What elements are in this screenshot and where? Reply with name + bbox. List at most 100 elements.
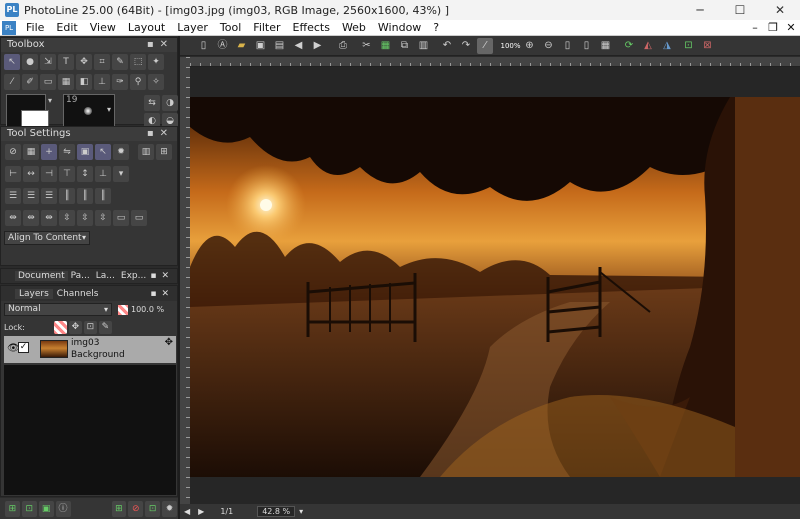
reset-colors-icon[interactable]: ◑ [162, 95, 178, 111]
opacity-value[interactable]: 100.0 % [131, 305, 164, 314]
zoom-field[interactable]: 42.8 % [257, 506, 296, 517]
align-top-icon[interactable]: ⊤ [59, 166, 75, 182]
distribute-middle-icon[interactable]: ☰ [23, 188, 39, 204]
rotate-icon[interactable]: ⟳ [621, 38, 637, 54]
layer-move-icon[interactable]: ✥ [165, 337, 173, 348]
doc-minimize-button[interactable]: – [746, 21, 764, 34]
grid-mode-icon[interactable]: ▣ [77, 144, 93, 160]
space-v1-icon[interactable]: ⇳ [59, 210, 75, 226]
blend-mode-select[interactable]: Normal ▾ [4, 303, 112, 316]
distribute-top-icon[interactable]: ☰ [5, 188, 21, 204]
zoom-100-label[interactable]: 100% [501, 38, 521, 54]
swap-colors-icon[interactable]: ⇆ [144, 95, 160, 111]
distribute-right-icon[interactable]: ║ [95, 188, 111, 204]
color-dropdown-icon[interactable]: ▾ [48, 96, 52, 105]
eraser-tool-icon[interactable]: ▭ [40, 74, 56, 90]
magic-wand-icon[interactable]: ✦ [148, 54, 164, 70]
close-button[interactable]: ✕ [760, 3, 800, 17]
layer-row[interactable]: 👁 ✓ img03 Background ✥ [4, 336, 176, 363]
selection-tool-icon[interactable]: ⬚ [130, 54, 146, 70]
align-bottom-icon[interactable]: ⊥ [95, 166, 111, 182]
move-tool-icon[interactable]: ✥ [76, 54, 92, 70]
duplicate-layer-icon[interactable]: ▣ [38, 500, 54, 517]
pen-tool-icon[interactable]: ✎ [112, 54, 128, 70]
menu-window[interactable]: Window [372, 20, 427, 36]
pointer-mode-icon[interactable]: ↖ [95, 144, 111, 160]
distribute-center-icon[interactable]: ║ [77, 188, 93, 204]
grid-select-icon[interactable]: ▦ [23, 144, 39, 160]
space-v2-icon[interactable]: ⇳ [77, 210, 93, 226]
eyedropper-tool-icon[interactable]: ⚲ [130, 74, 146, 90]
space-h2-icon[interactable]: ⇹ [23, 210, 39, 226]
delete-layer-icon[interactable]: ⊘ [128, 500, 144, 517]
merge-layer-icon[interactable]: ⊡ [145, 500, 161, 517]
back-icon[interactable]: ◀ [291, 38, 307, 54]
panel-controls[interactable]: ▪✕ [147, 38, 174, 52]
space-h1-icon[interactable]: ⇹ [5, 210, 21, 226]
flip-icon[interactable]: ⇋ [59, 144, 75, 160]
cut-icon[interactable]: ✂ [359, 38, 375, 54]
pointer-tool-icon[interactable]: ↖ [4, 54, 20, 70]
fill-tool-icon[interactable]: ◧ [76, 74, 92, 90]
zoom-in-icon[interactable]: ⊕ [522, 38, 538, 54]
menu-edit[interactable]: Edit [50, 20, 83, 36]
crop-canvas-icon[interactable]: ⊡ [681, 38, 697, 54]
distribute-left-icon[interactable]: ║ [59, 188, 75, 204]
panel-controls[interactable]: ▪✕ [150, 289, 177, 299]
menu-tool[interactable]: Tool [214, 20, 247, 36]
space-v5-icon[interactable]: ▭ [131, 210, 147, 226]
paste-icon[interactable]: ▥ [416, 38, 432, 54]
layout-grid-icon[interactable]: ▥ [138, 144, 154, 160]
transform-tool-icon[interactable]: ⇲ [40, 54, 56, 70]
space-h3-icon[interactable]: ⇹ [41, 210, 57, 226]
maximize-button[interactable]: ☐ [720, 3, 760, 17]
tab-layout[interactable]: La... [93, 271, 118, 281]
ruler-horizontal[interactable] [190, 57, 800, 67]
menu-file[interactable]: File [20, 20, 50, 36]
info-icon[interactable]: ⓘ [55, 500, 71, 517]
brush-preview[interactable]: 19 ▾ [63, 94, 115, 128]
doc-restore-button[interactable]: ❐ [764, 21, 782, 34]
brush-active-icon[interactable]: ⁄ [477, 37, 493, 54]
snap-grid-icon[interactable]: ⊞ [156, 144, 172, 160]
menu-web[interactable]: Web [336, 20, 372, 36]
ellipse-tool-icon[interactable]: ● [22, 54, 38, 70]
tab-document[interactable]: Document [15, 271, 68, 281]
zoom-dropdown-icon[interactable]: ▾ [295, 507, 307, 516]
align-right-icon[interactable]: ⊣ [41, 166, 57, 182]
distribute-bottom-icon[interactable]: ☰ [41, 188, 57, 204]
align-to-select[interactable]: Align To Content ▾ [4, 231, 90, 245]
print-icon[interactable]: ⎙ [335, 38, 351, 54]
lock-move-icon[interactable]: ✥ [68, 321, 82, 334]
minimize-button[interactable]: ─ [680, 3, 720, 17]
align-vcenter-icon[interactable]: ↕ [77, 166, 93, 182]
space-v3-icon[interactable]: ⇳ [95, 210, 111, 226]
align-hcenter-icon[interactable]: ↔ [23, 166, 39, 182]
lock-size-icon[interactable]: ⊡ [83, 321, 97, 334]
undo-icon[interactable]: ↶ [439, 38, 455, 54]
mask-add-icon[interactable]: ⊞ [111, 500, 127, 517]
tab-export[interactable]: Exp... [118, 271, 149, 281]
menu-layer[interactable]: Layer [171, 20, 214, 36]
layer-settings-icon[interactable]: ✹ [162, 500, 177, 517]
menu-layout[interactable]: Layout [122, 20, 171, 36]
sparkle-tool-icon[interactable]: ✧ [148, 74, 164, 90]
photo-icon[interactable]: ▣ [253, 38, 269, 54]
settings-gear-icon[interactable]: ✹ [113, 144, 129, 160]
stamp-tool-icon[interactable]: ⊥ [94, 74, 110, 90]
space-v4-icon[interactable]: ▭ [113, 210, 129, 226]
crop-tool-icon[interactable]: ⌗ [94, 54, 110, 70]
tab-pages[interactable]: Pa... [68, 271, 93, 281]
grid-view-icon[interactable]: ▦ [598, 38, 614, 54]
new-text-icon[interactable]: Ⓐ [215, 38, 231, 54]
gradient-tool-icon[interactable]: ▦ [58, 74, 74, 90]
next-page-icon[interactable]: ▶ [194, 507, 208, 516]
save-icon[interactable]: ▤ [272, 38, 288, 54]
add-mode-icon[interactable]: + [41, 144, 57, 160]
document-image[interactable] [190, 97, 800, 507]
zoom-out-icon[interactable]: ⊖ [541, 38, 557, 54]
flip-h-icon[interactable]: ◭ [640, 38, 656, 54]
page-setup-icon[interactable]: ▯ [579, 38, 595, 54]
redo-icon[interactable]: ↷ [458, 38, 474, 54]
new-group-icon[interactable]: ⊡ [21, 500, 37, 517]
